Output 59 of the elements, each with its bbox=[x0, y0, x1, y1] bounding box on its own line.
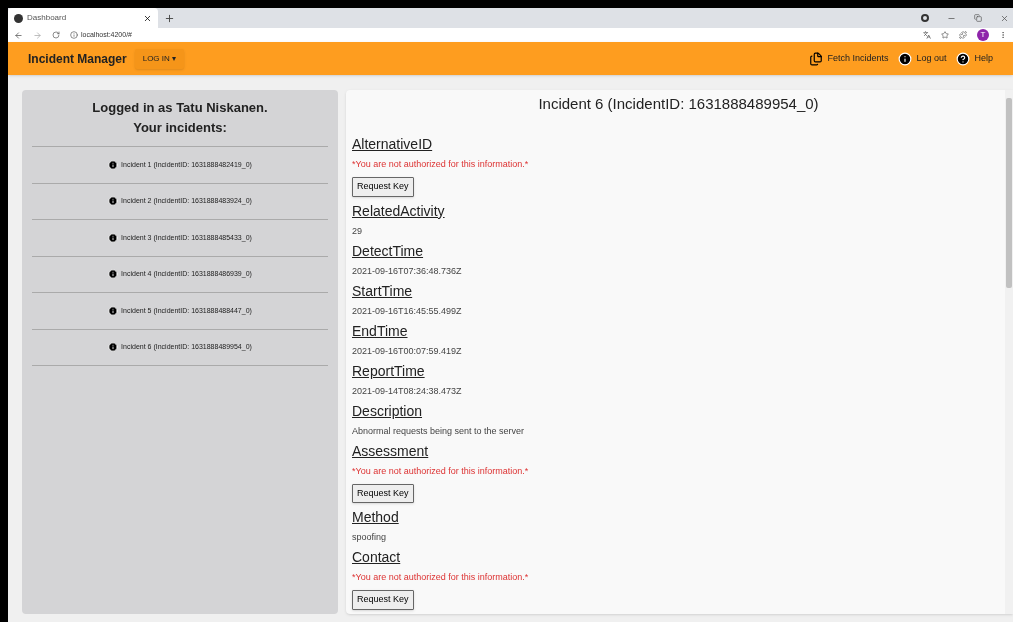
field-label: Contact bbox=[352, 548, 401, 567]
request-key-button[interactable]: Request Key bbox=[352, 483, 414, 503]
request-key-button[interactable]: Request Key bbox=[352, 177, 414, 197]
restore-icon[interactable] bbox=[974, 14, 982, 22]
menu-icon[interactable] bbox=[999, 31, 1007, 39]
extensions-icon[interactable] bbox=[959, 31, 967, 39]
unauthorized-message: *You are not authorized for this information.* bbox=[352, 158, 529, 171]
incident-title: Incident 6 (IncidentID: 1631888489954_0) bbox=[538, 94, 819, 114]
request-key-button[interactable]: Request Key bbox=[352, 590, 414, 610]
close-icon[interactable] bbox=[143, 13, 152, 23]
toolbar-action[interactable]: Fetch Incidents bbox=[809, 51, 889, 66]
field-label: Method bbox=[352, 508, 399, 527]
unauthorized-message: *You are not authorized for this information.* bbox=[352, 571, 529, 584]
field-value: Abnormal requests being sent to the server bbox=[352, 424, 525, 438]
info-icon bbox=[70, 31, 78, 39]
app-title: Incident Manager bbox=[28, 50, 127, 68]
info-icon bbox=[108, 196, 119, 207]
scrollbar-thumb[interactable] bbox=[1006, 98, 1012, 288]
info-icon bbox=[898, 51, 913, 66]
field-value: 29 bbox=[352, 224, 362, 238]
translate-icon[interactable] bbox=[923, 31, 931, 39]
info-icon bbox=[108, 232, 119, 243]
info-icon bbox=[108, 342, 119, 353]
close-window-icon[interactable] bbox=[1000, 13, 1009, 23]
unauthorized-message: *You are not authorized for this information.* bbox=[352, 464, 529, 478]
toolbar-action[interactable]: Help bbox=[956, 51, 993, 66]
toolbar-action[interactable]: Log out bbox=[898, 51, 947, 66]
reload-icon[interactable] bbox=[52, 31, 60, 39]
profile-avatar[interactable]: T bbox=[977, 29, 989, 41]
back-icon[interactable] bbox=[14, 30, 23, 40]
info-icon bbox=[108, 305, 119, 316]
app-logo-icon bbox=[14, 13, 23, 23]
panel-heading: Your incidents: bbox=[133, 119, 227, 137]
field-label: StartTime bbox=[352, 281, 413, 301]
field-label: RelatedActivity bbox=[352, 201, 445, 221]
field-value: 2021-09-14T08:24:38.473Z bbox=[352, 384, 462, 398]
login-button[interactable]: LOG IN ▾ bbox=[134, 48, 185, 69]
browser-tab[interactable]: Dashboard bbox=[8, 8, 158, 28]
field-value: 2021-09-16T07:36:48.736Z bbox=[352, 264, 462, 278]
info-icon bbox=[108, 159, 119, 170]
field-label: Description bbox=[352, 401, 423, 421]
field-label: EndTime bbox=[352, 321, 408, 341]
documents-icon bbox=[809, 51, 824, 66]
field-value: spoofing bbox=[352, 531, 387, 544]
field-label: AlternativeID bbox=[352, 135, 433, 154]
panel-heading: Logged in as Tatu Niskanen. bbox=[92, 99, 268, 117]
scrollbar[interactable] bbox=[1005, 90, 1013, 614]
new-tab-icon[interactable] bbox=[164, 12, 175, 24]
info-icon bbox=[108, 269, 119, 280]
field-label: Assessment bbox=[352, 441, 429, 461]
field-value: 2021-09-16T00:07:59.419Z bbox=[352, 344, 462, 358]
forward-icon[interactable] bbox=[33, 30, 42, 40]
bookmark-star-icon[interactable] bbox=[941, 31, 949, 39]
tab-title: Dashboard bbox=[27, 12, 68, 24]
field-value: 2021-09-16T16:45:55.499Z bbox=[352, 304, 462, 318]
field-label: ReportTime bbox=[352, 361, 425, 381]
record-icon bbox=[921, 14, 929, 22]
help-icon bbox=[956, 51, 971, 66]
field-label: DetectTime bbox=[352, 241, 424, 261]
